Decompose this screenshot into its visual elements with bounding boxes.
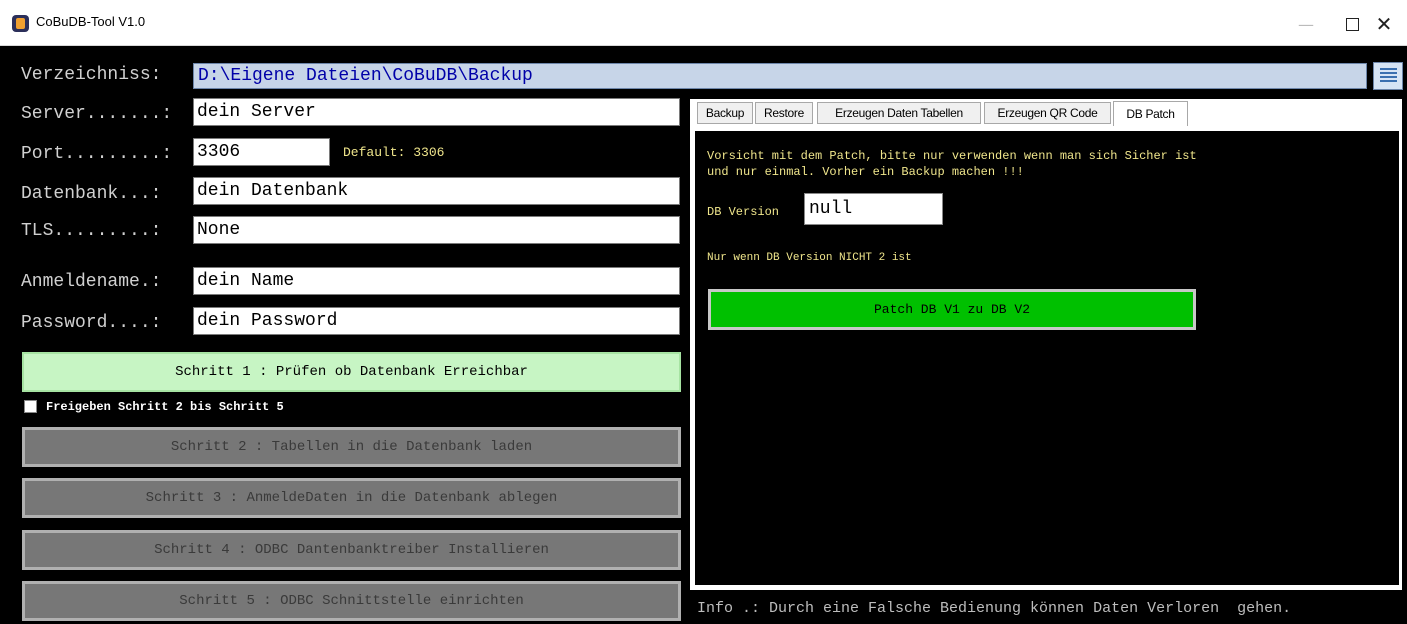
tab-backup[interactable]: Backup xyxy=(697,102,753,124)
tab-create-qr-code[interactable]: Erzeugen QR Code xyxy=(984,102,1111,124)
server-label: Server.......: xyxy=(21,104,173,124)
tab-db-patch[interactable]: DB Patch xyxy=(1113,101,1188,126)
directory-field[interactable]: D:\Eigene Dateien\CoBuDB\Backup xyxy=(193,63,1367,89)
db-version-label: DB Version xyxy=(707,205,780,219)
tls-label: TLS.........: xyxy=(21,221,162,241)
patch-warning-line2: und nur einmal. Vorher ein Backup machen… xyxy=(707,165,1024,179)
login-label: Anmeldename.: xyxy=(21,272,162,292)
password-input[interactable]: dein Password xyxy=(193,307,680,335)
port-label: Port.........: xyxy=(21,144,173,164)
patch-note: Nur wenn DB Version NICHT 2 ist xyxy=(707,252,912,264)
patch-warning-line1: Vorsicht mit dem Patch, bitte nur verwen… xyxy=(707,149,1197,163)
step5-setup-odbc-button[interactable]: Schritt 5 : ODBC Schnittstelle einrichte… xyxy=(22,581,681,621)
password-label: Password....: xyxy=(21,313,162,333)
step1-check-database-button[interactable]: Schritt 1 : Prüfen ob Datenbank Erreichb… xyxy=(22,352,681,392)
step2-load-tables-button[interactable]: Schritt 2 : Tabellen in die Datenbank la… xyxy=(22,427,681,467)
patch-db-button[interactable]: Patch DB V1 zu DB V2 xyxy=(708,289,1196,330)
maximize-icon xyxy=(1345,17,1359,31)
enable-steps-checkbox[interactable] xyxy=(24,400,37,413)
window-title: CoBuDB-Tool V1.0 xyxy=(36,14,146,29)
database-input[interactable]: dein Datenbank xyxy=(193,177,680,205)
info-text: Info .: Durch eine Falsche Bedienung kön… xyxy=(697,600,1292,617)
login-name-input[interactable]: dein Name xyxy=(193,267,680,295)
step4-install-odbc-button[interactable]: Schritt 4 : ODBC Dantenbanktreiber Insta… xyxy=(22,530,681,570)
app-icon xyxy=(12,15,29,32)
database-label: Datenbank...: xyxy=(21,184,162,204)
server-input[interactable]: dein Server xyxy=(193,98,680,126)
step3-store-login-button[interactable]: Schritt 3 : AnmeldeDaten in die Datenban… xyxy=(22,478,681,518)
tls-input[interactable]: None xyxy=(193,216,680,244)
port-default-hint: Default: 3306 xyxy=(343,145,445,160)
minimize-button[interactable]: — xyxy=(1283,10,1329,38)
db-patch-content xyxy=(695,131,1399,585)
directory-label: Verzeichniss: xyxy=(21,65,162,85)
tab-create-tables[interactable]: Erzeugen Daten Tabellen xyxy=(817,102,981,124)
title-bar: CoBuDB-Tool V1.0 — ✕ xyxy=(0,0,1407,46)
port-input[interactable]: 3306 xyxy=(193,138,330,166)
tab-restore[interactable]: Restore xyxy=(755,102,813,124)
enable-steps-label: Freigeben Schritt 2 bis Schritt 5 xyxy=(46,400,284,414)
db-version-field[interactable]: null xyxy=(804,193,943,225)
close-button[interactable]: ✕ xyxy=(1361,10,1407,38)
browse-folder-button[interactable] xyxy=(1373,62,1403,90)
